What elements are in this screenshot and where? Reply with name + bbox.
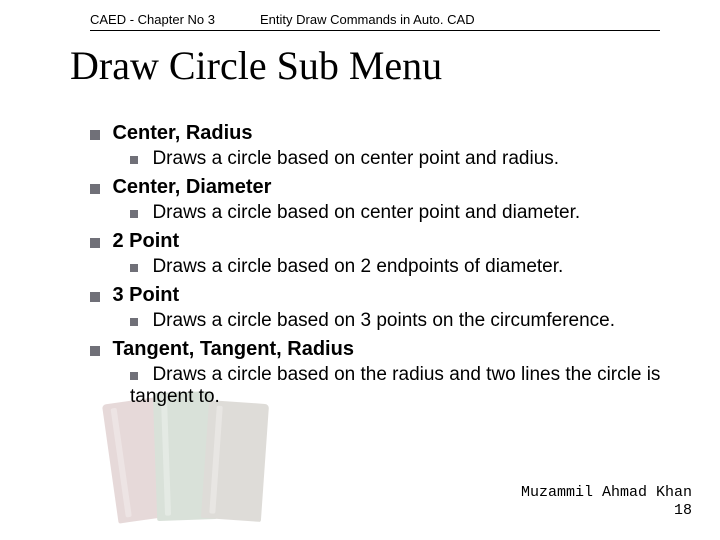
square-bullet-icon [130, 318, 138, 326]
list-item: 3 Point Draws a circle based on 3 points… [90, 284, 680, 332]
item-description-row: Draws a circle based on center point and… [130, 148, 680, 170]
item-description-row: Draws a circle based on 2 endpoints of d… [130, 256, 680, 278]
item-description: Draws a circle based on center point and… [152, 148, 559, 169]
square-bullet-icon [90, 292, 100, 302]
square-bullet-icon [90, 238, 100, 248]
square-bullet-icon [90, 184, 100, 194]
square-bullet-icon [130, 372, 138, 380]
list-item: Center, Diameter Draws a circle based on… [90, 176, 680, 224]
content-list: Center, Radius Draws a circle based on c… [90, 122, 680, 414]
square-bullet-icon [90, 130, 100, 140]
item-description-row: Draws a circle based on 3 points on the … [130, 310, 680, 332]
item-description-row: Draws a circle based on center point and… [130, 202, 680, 224]
item-label: Center, Radius [112, 122, 252, 144]
item-label: Tangent, Tangent, Radius [112, 338, 353, 360]
item-description-row: Draws a circle based on the radius and t… [130, 364, 680, 408]
item-label: 2 Point [112, 230, 179, 252]
square-bullet-icon [130, 210, 138, 218]
item-label: Center, Diameter [112, 176, 271, 198]
list-item: 2 Point Draws a circle based on 2 endpoi… [90, 230, 680, 278]
item-label: 3 Point [112, 284, 179, 306]
list-item: Tangent, Tangent, Radius Draws a circle … [90, 338, 680, 408]
square-bullet-icon [130, 264, 138, 272]
square-bullet-icon [130, 156, 138, 164]
author-name: Muzammil Ahmad Khan [521, 484, 692, 502]
year-watermark: 2006 [0, 125, 3, 271]
item-description: Draws a circle based on the radius and t… [130, 364, 660, 407]
header-left: CAED - Chapter No 3 [90, 12, 215, 27]
item-description: Draws a circle based on center point and… [152, 202, 580, 223]
page-title: Draw Circle Sub Menu [70, 42, 442, 89]
header-divider [90, 30, 660, 31]
item-description: Draws a circle based on 3 points on the … [152, 310, 615, 331]
page-number: 18 [521, 502, 692, 520]
slide-footer: Muzammil Ahmad Khan 18 [521, 484, 692, 520]
item-description: Draws a circle based on 2 endpoints of d… [152, 256, 563, 277]
list-item: Center, Radius Draws a circle based on c… [90, 122, 680, 170]
square-bullet-icon [90, 346, 100, 356]
header-right: Entity Draw Commands in Auto. CAD [260, 12, 475, 27]
